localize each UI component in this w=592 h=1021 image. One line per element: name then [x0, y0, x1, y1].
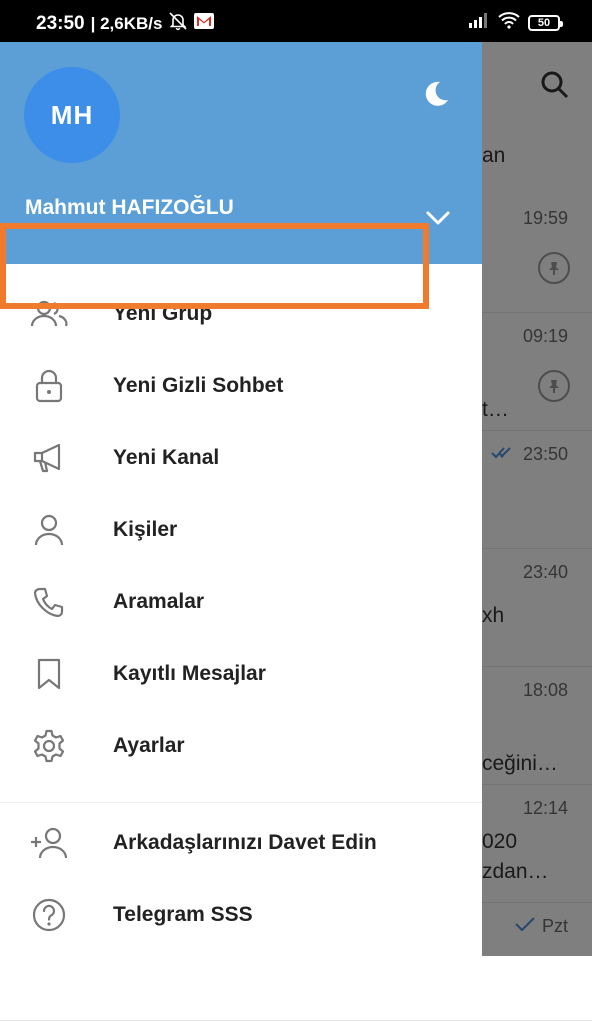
menu-label: Kişiler — [113, 518, 178, 541]
lock-icon — [28, 365, 70, 407]
menu-label: Ayarlar — [113, 734, 185, 757]
menu-item-saved-messages[interactable]: Kayıtlı Mesajlar — [0, 638, 482, 710]
menu-item-contacts[interactable]: Kişiler — [0, 494, 482, 566]
menu-item-calls[interactable]: Aramalar — [0, 566, 482, 638]
menu-item-telegram-faq[interactable]: Telegram SSS — [0, 879, 482, 951]
add-person-icon — [28, 822, 70, 864]
menu-item-new-channel[interactable]: Yeni Kanal — [0, 422, 482, 494]
help-icon — [28, 894, 70, 936]
menu-label: Arkadaşlarınızı Davet Edin — [113, 831, 377, 854]
status-time: 23:50 — [36, 12, 85, 34]
wifi-icon — [498, 11, 520, 34]
user-name: Mahmut HAFIZOĞLU — [25, 196, 234, 219]
phone-icon — [28, 581, 70, 623]
bookmark-icon — [28, 653, 70, 695]
menu-label: Telegram SSS — [113, 903, 253, 926]
person-icon — [28, 509, 70, 551]
navigation-drawer: MH Mahmut HAFIZOĞLU Yeni Grup Yeni Gizli… — [0, 42, 482, 956]
status-bar: 23:50 | 2,6KB/s 50 — [0, 0, 592, 42]
gmail-icon — [194, 13, 215, 34]
menu-item-new-secret-chat[interactable]: Yeni Gizli Sohbet — [0, 350, 482, 422]
signal-icon — [468, 12, 490, 33]
menu-item-settings[interactable]: Ayarlar — [0, 710, 482, 782]
menu-divider — [0, 802, 482, 803]
menu-label: Yeni Gizli Sohbet — [113, 374, 284, 397]
menu-item-invite-friends[interactable]: Arkadaşlarınızı Davet Edin — [0, 807, 482, 879]
menu-label: Yeni Kanal — [113, 446, 220, 469]
menu-label: Kayıtlı Mesajlar — [113, 662, 266, 685]
menu-label: Aramalar — [113, 590, 205, 613]
muted-bell-icon — [168, 11, 188, 36]
megaphone-icon — [28, 437, 70, 479]
avatar[interactable]: MH — [24, 67, 120, 163]
highlight-frame — [0, 223, 429, 309]
night-mode-moon-icon[interactable] — [420, 78, 452, 115]
battery-icon: 50 — [528, 14, 563, 31]
gear-icon — [28, 725, 70, 767]
status-speed: | 2,6KB/s — [90, 13, 163, 33]
